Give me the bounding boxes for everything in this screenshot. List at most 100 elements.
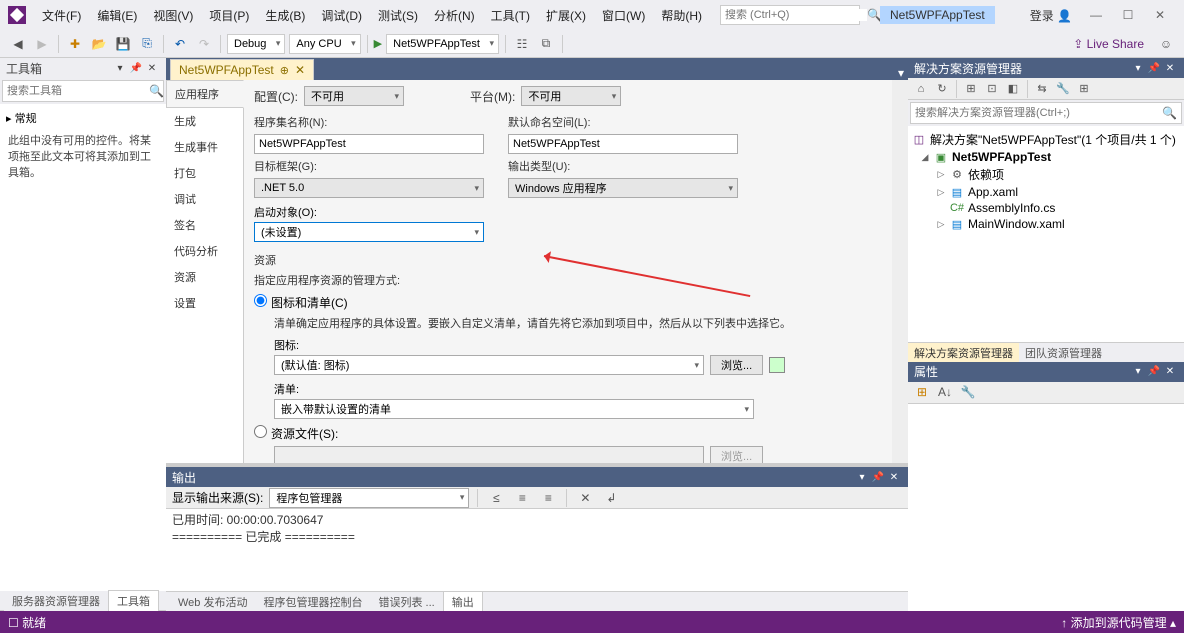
tab-server-explorer[interactable]: 服务器资源管理器 <box>4 591 108 611</box>
solution-close-icon[interactable]: ✕ <box>1162 63 1178 74</box>
menu-edit[interactable]: 编辑(E) <box>89 3 145 28</box>
properties-pin-icon[interactable]: 📌 <box>1146 366 1162 377</box>
tool-btn-2[interactable]: ⧉ <box>536 34 556 54</box>
sol-home-button[interactable]: ⌂ <box>912 80 930 98</box>
assemblyinfo-node[interactable]: C#AssemblyInfo.cs <box>912 200 1180 216</box>
toolbox-dropdown[interactable]: ▾ <box>112 63 128 74</box>
global-search[interactable]: 🔍 <box>720 5 860 25</box>
icon-combo[interactable]: (默认值: 图标) <box>274 355 704 375</box>
tab-debug[interactable]: 调试 <box>166 186 243 212</box>
platform-value[interactable]: 不可用 <box>521 86 621 106</box>
redo-button[interactable]: ↷ <box>194 34 214 54</box>
sol-btn-8[interactable]: ⊞ <box>1075 80 1093 98</box>
menu-extensions[interactable]: 扩展(X) <box>538 3 594 28</box>
tab-code-analysis[interactable]: 代码分析 <box>166 238 243 264</box>
tab-package[interactable]: 打包 <box>166 160 243 186</box>
feedback-button[interactable]: ☺ <box>1156 34 1176 54</box>
project-node[interactable]: ◢▣Net5WPFAppTest <box>912 149 1180 165</box>
save-button[interactable]: 💾 <box>113 34 133 54</box>
output-btn-1[interactable]: ≤ <box>486 488 506 508</box>
undo-button[interactable]: ↶ <box>170 34 190 54</box>
menu-build[interactable]: 生成(B) <box>257 3 313 28</box>
toolbox-category-general[interactable]: ▸ 常规 <box>6 108 160 128</box>
output-text[interactable]: 已用时间: 00:00:00.7030647 ========== 已完成 ==… <box>166 509 908 591</box>
nav-back-button[interactable]: ◀ <box>8 34 28 54</box>
assembly-name-input[interactable] <box>254 134 484 154</box>
tab-web-publish[interactable]: Web 发布活动 <box>170 592 255 612</box>
toolbox-search-input[interactable] <box>7 85 149 97</box>
sol-btn-6[interactable]: ⇆ <box>1033 80 1051 98</box>
new-project-button[interactable]: ✚ <box>65 34 85 54</box>
global-search-input[interactable] <box>725 9 867 21</box>
solution-search-input[interactable] <box>915 107 1162 119</box>
login-button[interactable]: 登录 👤 <box>1022 5 1080 26</box>
sol-btn-2[interactable]: ↻ <box>933 80 951 98</box>
tab-error-list[interactable]: 错误列表 ... <box>370 592 442 612</box>
open-button[interactable]: 📂 <box>89 34 109 54</box>
expander-icon[interactable]: ▷ <box>936 219 946 230</box>
properties-close-icon[interactable]: ✕ <box>1162 366 1178 377</box>
props-categorized-button[interactable]: ⊞ <box>912 382 932 402</box>
tab-toolbox[interactable]: 工具箱 <box>108 590 159 611</box>
start-target-combo[interactable]: Net5WPFAppTest <box>386 34 499 54</box>
tab-build-events[interactable]: 生成事件 <box>166 134 243 160</box>
output-dropdown[interactable]: ▾ <box>854 472 870 483</box>
editor-dropdown[interactable]: ▾ <box>898 66 904 80</box>
close-button[interactable]: ✕ <box>1144 4 1176 26</box>
menu-debug[interactable]: 调试(D) <box>313 3 370 28</box>
output-close-icon[interactable]: ✕ <box>886 472 902 483</box>
nav-fwd-button[interactable]: ▶ <box>32 34 52 54</box>
menu-file[interactable]: 文件(F) <box>34 3 89 28</box>
sol-btn-4[interactable]: ⊡ <box>983 80 1001 98</box>
output-pin-icon[interactable]: 📌 <box>870 472 886 483</box>
output-btn-2[interactable]: ≡ <box>512 488 532 508</box>
props-wrench-button[interactable]: 🔧 <box>958 382 978 402</box>
menu-help[interactable]: 帮助(H) <box>653 3 710 28</box>
manifest-combo[interactable]: 嵌入带默认设置的清单 <box>274 399 754 419</box>
solution-dropdown[interactable]: ▾ <box>1130 63 1146 74</box>
pin-icon[interactable]: ⊕ <box>280 64 289 77</box>
editor-tab-project[interactable]: Net5WPFAppTest ⊕ ✕ <box>170 59 314 80</box>
liveshare-button[interactable]: ⇪ Live Share <box>1073 37 1144 51</box>
appxaml-node[interactable]: ▷▤App.xaml <box>912 184 1180 200</box>
save-all-button[interactable]: ⎘ <box>137 34 157 54</box>
maximize-button[interactable]: ☐ <box>1112 4 1144 26</box>
startup-combo[interactable]: (未设置) <box>254 222 484 242</box>
tab-application[interactable]: 应用程序 <box>166 80 244 108</box>
default-ns-input[interactable] <box>508 134 738 154</box>
mainwindow-node[interactable]: ▷▤MainWindow.xaml <box>912 216 1180 232</box>
target-fw-combo[interactable]: .NET 5.0 <box>254 178 484 198</box>
tab-team-explorer[interactable]: 团队资源管理器 <box>1019 343 1108 362</box>
output-source-combo[interactable]: 程序包管理器 <box>269 488 469 508</box>
menu-view[interactable]: 视图(V) <box>145 3 201 28</box>
menu-test[interactable]: 测试(S) <box>370 3 426 28</box>
menu-tools[interactable]: 工具(T) <box>483 3 538 28</box>
expander-icon[interactable]: ▷ <box>936 187 946 198</box>
properties-grid[interactable] <box>908 404 1184 612</box>
browse-icon-button[interactable]: 浏览... <box>710 355 763 375</box>
config-combo[interactable]: Debug <box>227 34 285 54</box>
close-icon[interactable]: ✕ <box>295 63 305 77</box>
tab-resources[interactable]: 资源 <box>166 264 243 290</box>
menu-analyze[interactable]: 分析(N) <box>426 3 483 28</box>
toolbox-search[interactable]: 🔍 <box>2 80 164 102</box>
output-clear-button[interactable]: ✕ <box>575 488 595 508</box>
toolbox-pin-icon[interactable]: 📌 <box>128 63 144 74</box>
deps-node[interactable]: ▷⚙依赖项 <box>912 165 1180 184</box>
tool-btn-1[interactable]: ☷ <box>512 34 532 54</box>
solution-tree[interactable]: ◫解决方案"Net5WPFAppTest"(1 个项目/共 1 个) ◢▣Net… <box>908 126 1184 342</box>
solution-pin-icon[interactable]: 📌 <box>1146 63 1162 74</box>
solution-search[interactable]: 🔍 <box>910 102 1182 124</box>
toolbox-close-icon[interactable]: ✕ <box>144 63 160 74</box>
tab-output[interactable]: 输出 <box>443 591 483 612</box>
tab-build[interactable]: 生成 <box>166 108 243 134</box>
sol-btn-5[interactable]: ◧ <box>1004 80 1022 98</box>
sol-btn-7[interactable]: 🔧 <box>1054 80 1072 98</box>
menu-window[interactable]: 窗口(W) <box>594 3 653 28</box>
radio-resource-file[interactable] <box>254 425 267 438</box>
minimize-button[interactable]: — <box>1080 4 1112 26</box>
output-type-combo[interactable]: Windows 应用程序 <box>508 178 738 198</box>
scrollbar[interactable] <box>892 80 908 463</box>
config-value[interactable]: 不可用 <box>304 86 404 106</box>
tab-settings[interactable]: 设置 <box>166 290 243 316</box>
